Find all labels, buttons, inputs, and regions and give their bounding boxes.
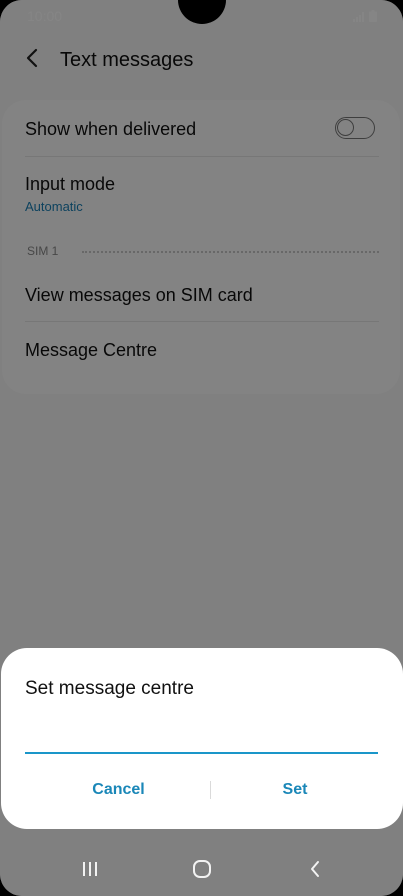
recents-icon — [81, 860, 99, 883]
dialog-title: Set message centre — [25, 678, 194, 699]
home-icon — [192, 859, 212, 884]
navigation-bar-foreground — [0, 846, 403, 896]
nav-back-icon — [309, 860, 321, 883]
message-centre-input[interactable] — [25, 720, 378, 754]
nav-back-button[interactable] — [295, 856, 335, 886]
cancel-button[interactable]: Cancel — [31, 774, 206, 806]
set-message-centre-dialog: Set message centre Cancel Set — [1, 648, 403, 829]
home-button[interactable] — [182, 856, 222, 886]
recents-button[interactable] — [70, 856, 110, 886]
set-button[interactable]: Set — [211, 774, 379, 806]
